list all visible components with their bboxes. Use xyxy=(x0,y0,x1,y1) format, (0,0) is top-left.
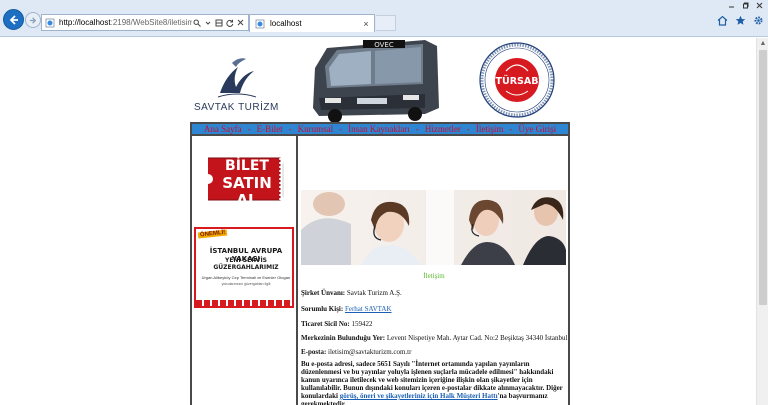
favorites-star-icon[interactable] xyxy=(734,14,746,26)
eposta-notice: Bu e-posta adresi, sadece 5651 Sayılı "İ… xyxy=(301,360,569,405)
menu-item-kurumsal[interactable]: Kurumsal xyxy=(298,124,334,134)
dropdown-icon[interactable] xyxy=(203,17,212,28)
ad-stripe xyxy=(196,300,292,306)
compat-view-icon[interactable] xyxy=(214,17,223,28)
sidebar: BİLET SATIN AL ÖNEMLİ! İSTANBUL AVRUPA Y… xyxy=(192,136,298,405)
info-value: iletisim@savtakturizm.com.tr xyxy=(328,348,412,356)
info-label: Şirket Ünvanı: xyxy=(301,289,346,297)
page-title: İletişim xyxy=(423,272,445,280)
bilet-satin-al-button[interactable]: BİLET SATIN AL xyxy=(204,154,284,209)
info-label: Sorumlu Kişi: xyxy=(301,305,344,313)
vertical-scrollbar[interactable]: ▲ xyxy=(756,38,768,405)
minimize-icon[interactable] xyxy=(724,0,738,11)
tursab-seal[interactable]: TÜRSAB xyxy=(478,41,556,119)
ad-badge: ÖNEMLİ! xyxy=(197,229,228,239)
new-tab-button[interactable] xyxy=(376,15,396,31)
info-value: Savtak Turizm A.Ş. xyxy=(346,289,402,297)
menu-separator: - xyxy=(288,124,292,134)
bilet-line1: BİLET xyxy=(225,158,269,174)
savtak-logo[interactable]: SAVTAK TURİZM xyxy=(190,53,285,113)
musteri-hatti-link[interactable]: görüş, öneri ve şikayetleriniz için Halk… xyxy=(340,392,498,400)
scroll-up-icon[interactable]: ▲ xyxy=(759,40,767,48)
forward-button[interactable] xyxy=(25,12,41,28)
main-menu: Ana Sayfa - E-Bilet - Kurumsal - İnsan K… xyxy=(190,122,570,136)
menu-separator: - xyxy=(339,124,343,134)
restore-icon[interactable] xyxy=(738,0,752,11)
menu-separator: - xyxy=(415,124,419,134)
web-page: SAVTAK TURİZM OVEC TÜRSAB Ana Sayfa - E-… xyxy=(0,38,756,405)
sorumlu-kisi-link[interactable]: Ferhat SAVTAK xyxy=(345,305,392,313)
arrow-left-icon xyxy=(9,14,18,25)
ie-page-icon xyxy=(44,17,56,29)
menu-item-iletisim[interactable]: İletişim xyxy=(476,124,504,134)
menu-separator: - xyxy=(247,124,251,134)
menu-item-insan-kaynaklari[interactable]: İnsan Kaynakları xyxy=(348,124,410,134)
browser-toolbar: http://localhost:2198/WebSite8/iletisim.… xyxy=(0,0,768,37)
menu-separator: - xyxy=(466,124,470,134)
info-value: Levent Nispetiye Mah. Aytar Cad. No:2 Be… xyxy=(386,334,568,342)
address-bar[interactable]: http://localhost:2198/WebSite8/iletisim.… xyxy=(41,14,249,31)
eagle-logo-icon xyxy=(217,58,257,98)
info-eposta: E-posta: iletisim@savtakturizm.com.tr xyxy=(301,348,411,356)
servis-guzergah-banner[interactable]: ÖNEMLİ! İSTANBUL AVRUPA YAKASI YENİ SERV… xyxy=(194,227,294,308)
menu-item-e-bilet[interactable]: E-Bilet xyxy=(257,124,283,134)
callcenter-banner-image xyxy=(301,190,566,265)
bus-image: OVEC xyxy=(305,38,445,126)
arrow-right-icon xyxy=(29,16,36,24)
menu-item-ana-sayfa[interactable]: Ana Sayfa xyxy=(204,124,242,134)
menu-separator: - xyxy=(509,124,513,134)
home-icon[interactable] xyxy=(716,14,728,26)
info-label: E-posta: xyxy=(301,348,327,356)
close-tab-icon[interactable]: × xyxy=(361,19,371,29)
back-button[interactable] xyxy=(3,9,24,30)
tab-localhost[interactable]: localhost × xyxy=(249,14,375,32)
ad-small-text-2: yolcularımızın güzergahları ilgili xyxy=(221,282,271,286)
menu-item-hizmetler[interactable]: Hizmetler xyxy=(425,124,461,134)
bus-sign: OVEC xyxy=(374,41,394,49)
ad-small-text: Ürgan Alibeyköy Cep Terminali ve Esenler… xyxy=(201,275,291,280)
info-label: Ticaret Sicil No: xyxy=(301,320,350,328)
menu-item-uye-girisi[interactable]: Üye Girişi xyxy=(518,124,556,134)
settings-gear-icon[interactable] xyxy=(752,14,764,26)
info-value: 159422 xyxy=(351,320,373,328)
search-icon[interactable] xyxy=(192,17,201,28)
info-ticaret-sicil: Ticaret Sicil No: 159422 xyxy=(301,320,372,328)
tursab-text: TÜRSAB xyxy=(496,76,539,87)
scroll-thumb[interactable] xyxy=(759,50,767,305)
info-sirket-unvani: Şirket Ünvanı: Savtak Turizm A.Ş. xyxy=(301,289,402,297)
ad-subtitle: YENİ SERVİS GÜZERGAHLARIMIZ xyxy=(213,257,279,271)
refresh-icon[interactable] xyxy=(225,17,234,28)
bilet-line2: SATIN AL xyxy=(222,174,272,209)
info-sorumlu-kisi: Sorumlu Kişi: Ferhat SAVTAK xyxy=(301,305,392,313)
close-window-icon[interactable] xyxy=(752,0,766,11)
bilet-label: BİLET SATIN AL xyxy=(216,158,278,209)
info-label: Merkezinin Bulunduğu Yer: xyxy=(301,334,386,342)
url-text[interactable]: http://localhost:2198/WebSite8/iletisim.… xyxy=(59,18,192,27)
content-layout: BİLET SATIN AL ÖNEMLİ! İSTANBUL AVRUPA Y… xyxy=(190,136,570,405)
info-merkez-adres: Merkezinin Bulunduğu Yer: Levent Nispeti… xyxy=(301,334,567,342)
logo-text: SAVTAK TURİZM xyxy=(194,102,279,113)
stop-icon[interactable] xyxy=(236,17,245,28)
main-content: İletişim Şirket Ünvanı: Savtak Turizm A.… xyxy=(299,136,569,405)
ie-page-icon xyxy=(254,18,266,30)
tab-title: localhost xyxy=(270,19,302,28)
